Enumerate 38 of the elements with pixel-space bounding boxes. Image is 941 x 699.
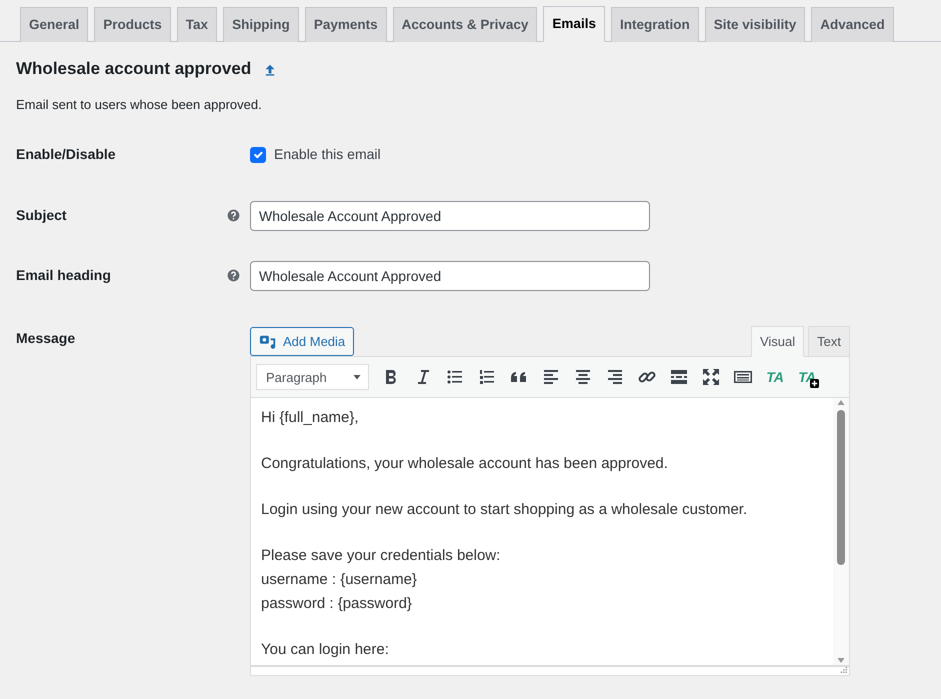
message-line: You can login here:: [261, 640, 390, 660]
settings-tab[interactable]: Site visibility: [704, 7, 806, 42]
media-icon: [259, 332, 277, 351]
upload-link-icon[interactable]: [263, 63, 278, 77]
format-dropdown[interactable]: Paragraph: [256, 364, 369, 390]
text-field[interactable]: Wholesale Account Approved: [250, 260, 650, 291]
message-line: password : {password}: [261, 594, 413, 614]
message-line: Please save your credentials below:: [261, 546, 502, 566]
field-label: Enable/Disable: [16, 145, 117, 164]
settings-tab[interactable]: General: [20, 7, 88, 42]
settings-tab[interactable]: Shipping: [223, 7, 299, 42]
message-line: username : {username}: [261, 570, 418, 590]
message-line: Hi {full_name},: [261, 408, 360, 428]
toolbar-button[interactable]: TA: [766, 366, 784, 388]
section-description: Email sent to users whose been approved.: [16, 96, 263, 114]
checkbox-label: Enable this email: [274, 145, 381, 164]
field-label: Subject: [16, 206, 68, 226]
enable-checkbox[interactable]: [250, 146, 266, 163]
add-media-button[interactable]: Add Media: [250, 326, 354, 356]
fullscreen-icon[interactable]: [701, 367, 721, 388]
field-label: Email heading: [16, 266, 112, 286]
settings-tab[interactable]: Tax: [176, 7, 218, 42]
scrollbar-thumb[interactable]: [837, 410, 845, 566]
text-field[interactable]: Wholesale Account Approved: [250, 200, 650, 231]
settings-tab[interactable]: Advanced: [811, 7, 894, 42]
settings-tab[interactable]: Payments: [304, 7, 387, 42]
editor-tab[interactable]: Visual: [750, 326, 804, 358]
section-heading: Wholesale account approved: [16, 59, 252, 80]
settings-tab[interactable]: Products: [94, 7, 171, 42]
field-label: Message: [16, 328, 76, 348]
resize-handle-icon: [839, 665, 847, 674]
message-line: Login using your new account to start shopping as a wholesale customer.: [261, 500, 748, 520]
message-line: Congratulations, your wholesale account has been approved.: [261, 454, 669, 474]
settings-tab[interactable]: Integration: [610, 7, 699, 42]
settings-tab[interactable]: Emails: [543, 6, 605, 42]
settings-tab[interactable]: Accounts & Privacy: [392, 7, 538, 42]
scroll-down-icon: [836, 655, 846, 666]
editor-tab[interactable]: Text: [808, 326, 850, 358]
